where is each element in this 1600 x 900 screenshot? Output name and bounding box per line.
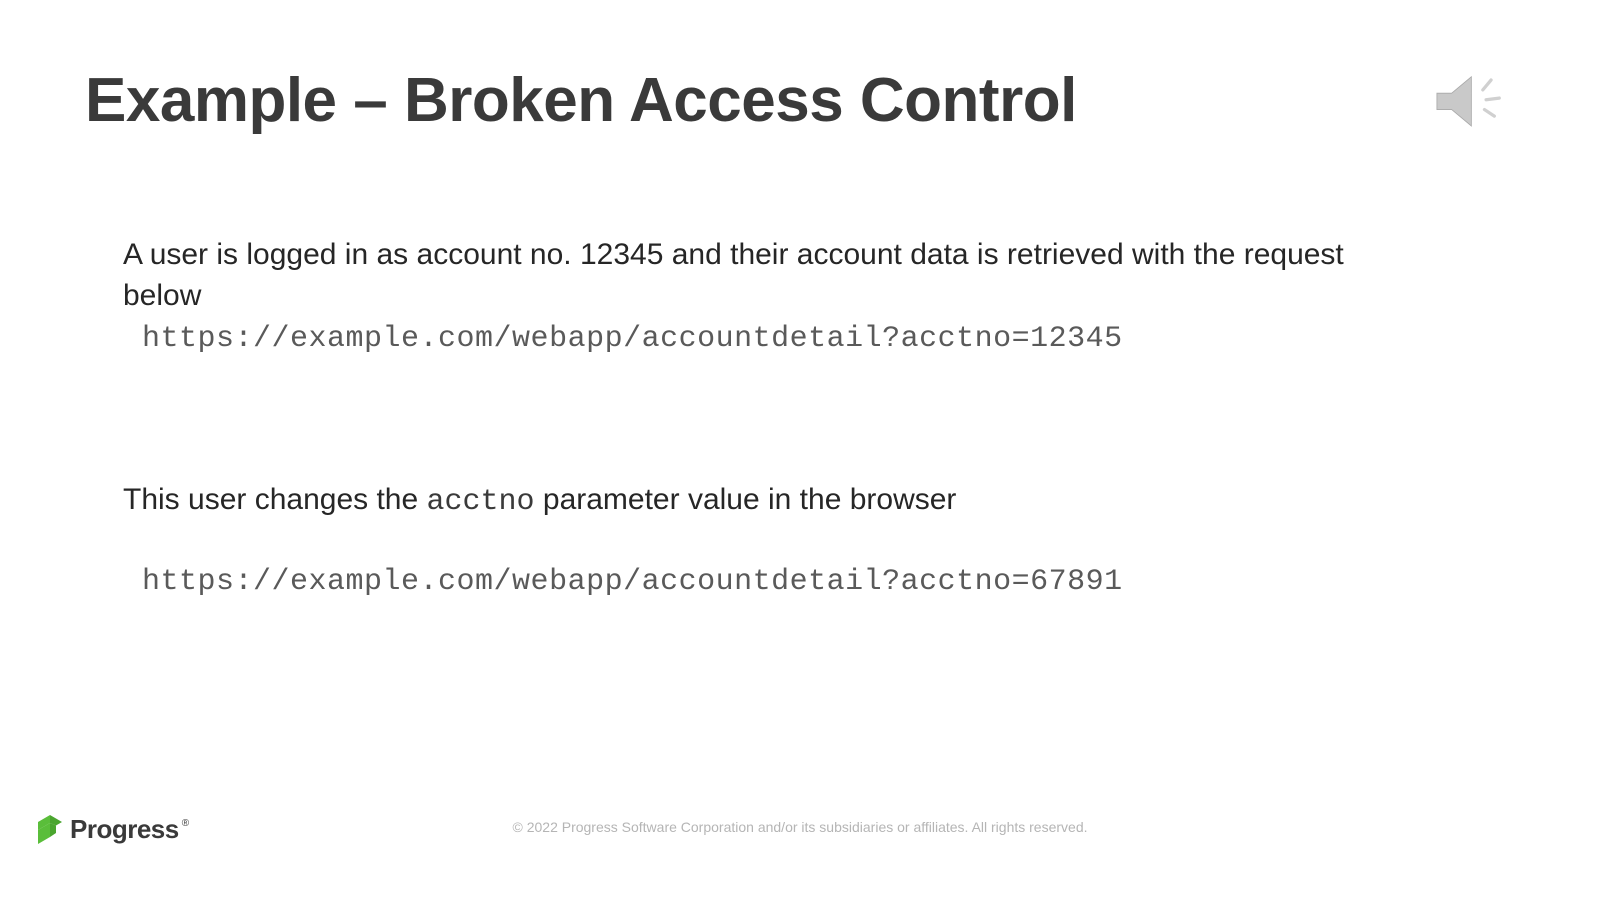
change-paragraph: This user changes the acctno parameter v… [123,480,1383,523]
registered-mark: ® [182,818,189,829]
slide-container: Example – Broken Access Control A user i… [0,0,1600,900]
param-name-code: acctno [427,485,535,519]
slide-title: Example – Broken Access Control [85,65,1077,136]
url-example-2: https://example.com/webapp/accountdetail… [142,565,1123,599]
change-paragraph-prefix: This user changes the [123,483,427,516]
progress-logo-icon [38,815,64,845]
speaker-icon [1432,62,1514,144]
url-example-1: https://example.com/webapp/accountdetail… [142,322,1123,356]
progress-logo: Progress ® [38,814,189,845]
intro-paragraph: A user is logged in as account no. 12345… [123,235,1383,316]
copyright-footer: © 2022 Progress Software Corporation and… [0,819,1600,835]
progress-logo-text: Progress [70,814,179,845]
change-paragraph-suffix: parameter value in the browser [535,483,957,516]
